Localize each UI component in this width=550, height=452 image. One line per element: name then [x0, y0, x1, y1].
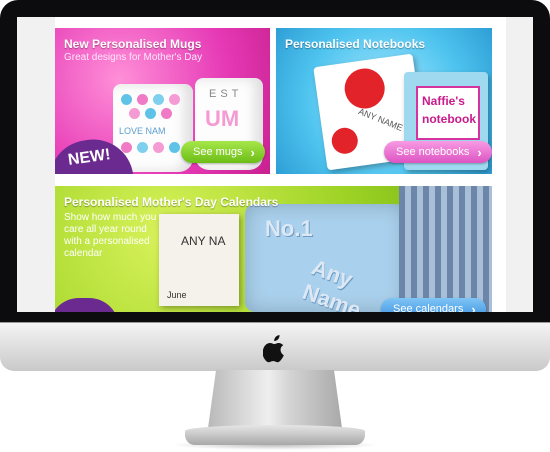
mug-text: EST — [209, 88, 243, 100]
see-calendars-button[interactable]: See calendars › — [381, 298, 486, 312]
notebook-text: Naffie's — [422, 94, 465, 108]
mugs-subtitle: Great designs for Mother's Day — [64, 52, 203, 63]
mugs-title: New Personalised Mugs — [64, 37, 202, 51]
see-mugs-button[interactable]: See mugs › — [181, 141, 265, 163]
mug-text: LOVE NAM — [119, 126, 166, 136]
monitor-screen: LOVE NAM EST UM NEW! New Personalised Mu… — [17, 17, 533, 312]
chevron-right-icon: › — [250, 144, 255, 160]
subtitle-line: with a personalised — [64, 236, 150, 247]
wine-card-image: ANY NA June — [159, 214, 239, 306]
baby-blanket-image: No.1 Any Name — [245, 204, 405, 312]
monitor-stand — [208, 370, 342, 428]
blanket-text: No.1 — [265, 216, 313, 241]
mugs-promo-panel[interactable]: LOVE NAM EST UM NEW! New Personalised Mu… — [55, 28, 270, 174]
purple-corner-shape — [55, 298, 119, 312]
gift-box-image — [399, 186, 492, 312]
calendars-promo-panel[interactable]: ANY NA June No.1 Any Name Personalised M… — [55, 186, 492, 312]
subtitle-line: calendar — [64, 248, 103, 259]
notebook-text: ANY NAME — [356, 106, 405, 134]
card-text: ANY NA — [181, 234, 226, 248]
see-calendars-label: See calendars — [393, 303, 464, 312]
see-notebooks-label: See notebooks — [396, 146, 470, 158]
chevron-right-icon: › — [477, 144, 482, 160]
subtitle-line: care all year round — [64, 224, 147, 235]
chevron-right-icon: › — [471, 301, 476, 313]
calendars-subtitle: Show how much you care all year round wi… — [64, 212, 156, 260]
mug-text: UM — [205, 106, 240, 131]
notebook-text: notebook — [422, 112, 476, 126]
card-date: June — [167, 290, 187, 300]
see-mugs-label: See mugs — [193, 146, 243, 158]
monitor-base — [185, 425, 365, 445]
calendars-title: Personalised Mother's Day Calendars — [64, 195, 279, 209]
notebooks-promo-panel[interactable]: ANY NAME Naffie's notebook Personalised … — [276, 28, 492, 174]
see-notebooks-button[interactable]: See notebooks › — [384, 141, 492, 163]
subtitle-line: Show how much you — [64, 212, 157, 223]
monitor-bezel: LOVE NAM EST UM NEW! New Personalised Mu… — [0, 0, 550, 322]
web-page: LOVE NAM EST UM NEW! New Personalised Mu… — [55, 17, 506, 312]
apple-logo-icon — [263, 335, 284, 363]
notebooks-title: Personalised Notebooks — [285, 37, 426, 51]
